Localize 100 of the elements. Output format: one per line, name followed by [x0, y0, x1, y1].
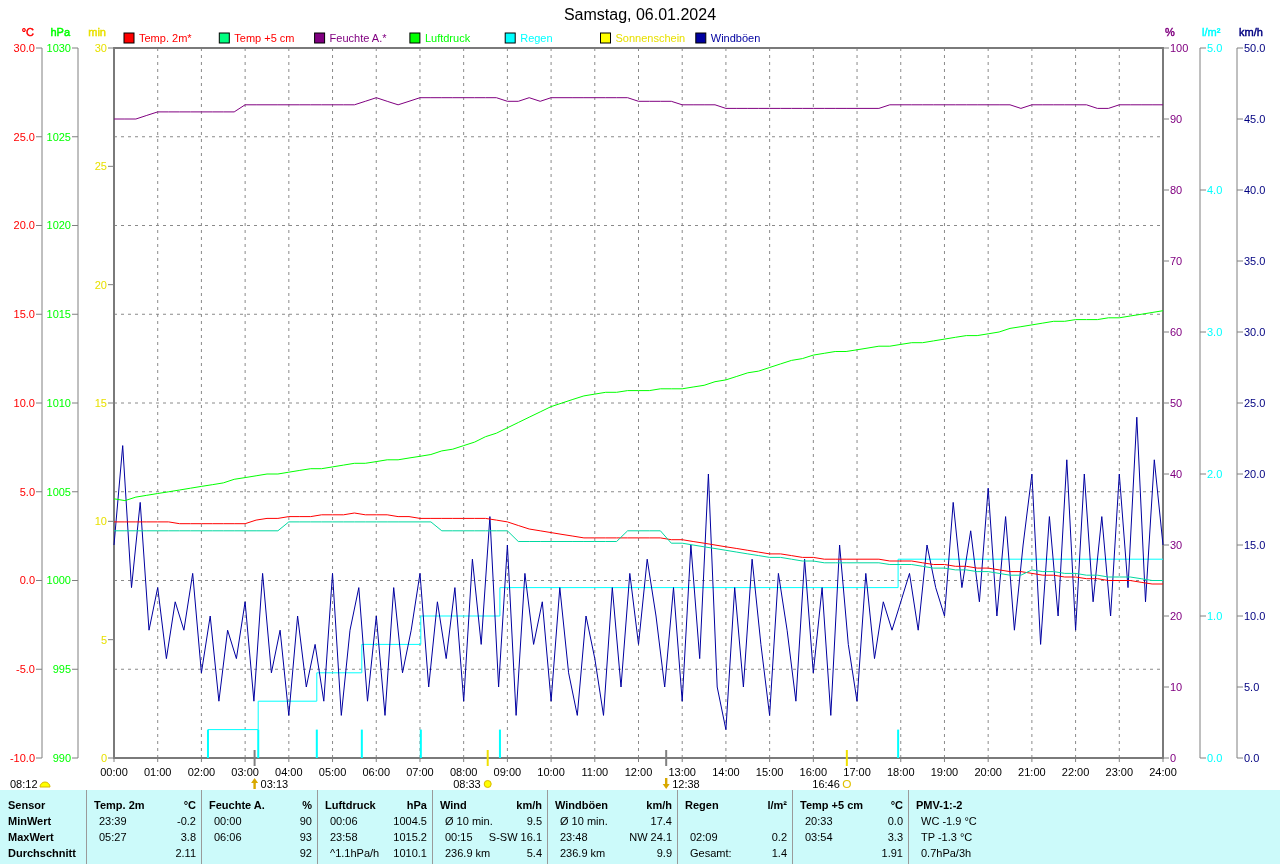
stat-label: ^1.1hPa/h [330, 847, 380, 859]
chart-title: Samstag, 06.01.2024 [563, 6, 717, 23]
axis-tick-label: 0.0 [19, 574, 35, 587]
marker-line [486, 749, 489, 767]
stat-label: 05:27 [99, 831, 127, 843]
stat-value: 17.4 [650, 815, 672, 827]
stat-label: 00:15 [445, 831, 473, 843]
axis-tick-label: 10:00 [537, 766, 565, 778]
stat-label: 236.9 km [560, 847, 606, 859]
stat-value: 9.5 [526, 815, 542, 827]
axis-tick-label: 30.0 [1244, 325, 1266, 338]
axis-tick-label: 20 [1170, 609, 1183, 622]
stat-value: 1.91 [881, 847, 903, 859]
stat-value: 0.2 [771, 831, 787, 843]
axis-tick-label: 20.0 [1244, 467, 1266, 480]
axis-tick-label: 35.0 [1244, 254, 1266, 267]
axis-tick-label: 100 [1170, 41, 1189, 54]
axis-tick-label: 80 [1170, 183, 1183, 196]
unit-label: l/m² [767, 799, 787, 811]
axis-tick-label: 02:00 [187, 766, 216, 778]
column-title: Temp. 2m [94, 799, 145, 811]
axis-tick-label: 1010 [46, 396, 71, 409]
legend-label: Sonnenschein [615, 32, 686, 44]
axis-tick-label: 15:00 [755, 766, 784, 778]
axis-tick-label: 01:00 [143, 766, 172, 778]
unit-label: °C [890, 799, 903, 811]
axis-tick-label: 06:00 [362, 766, 390, 778]
axis-tick-label: 16:00 [799, 766, 828, 778]
stat-label: 20:33 [805, 815, 833, 827]
axis-tick-label: 00:00 [100, 766, 128, 778]
time-label: 03:13 [260, 778, 289, 790]
stat-value: 0.0 [887, 815, 903, 827]
axis-tick-label: 25.0 [13, 130, 35, 143]
axis-tick-label: 08:00 [449, 766, 478, 778]
time-label: 08:33 [453, 778, 481, 790]
axis-tick-label: 5.0 [1244, 680, 1260, 693]
column-title: Feuchte A. [209, 799, 265, 811]
axis-tick-label: 995 [52, 663, 71, 676]
stat-label: 06:06 [214, 831, 242, 843]
axis-tick-label: 25.0 [1244, 396, 1266, 409]
axis-tick-label: 50 [1170, 396, 1183, 409]
axis-tick-label: 1015 [46, 308, 71, 321]
axis-tick-label: 19:00 [930, 766, 959, 778]
axis-tick-label: -10.0 [9, 751, 35, 764]
stat-label: 23:39 [99, 815, 127, 827]
axis-tick-label: 5.0 [1207, 41, 1223, 54]
half-sun-icon [39, 781, 51, 788]
unit-label: °C [183, 799, 196, 811]
stat-label: 02:09 [690, 831, 718, 843]
stat-value: 2.11 [175, 847, 196, 859]
stat-value: 1015.2 [393, 831, 427, 843]
axis-tick-label: 3.0 [1207, 325, 1223, 338]
axis-tick-label: 20 [94, 278, 107, 291]
legend-label: Windböen [710, 32, 761, 44]
axis-unit-label: % [1165, 26, 1175, 38]
sun-icon [483, 780, 492, 788]
time-label: 12:38 [672, 778, 700, 790]
axis-tick-label: 21:00 [1018, 766, 1046, 778]
axis-tick-label: 03:00 [231, 766, 259, 778]
stat-value: -0.2 [177, 815, 196, 827]
stat-value: 5.4 [526, 847, 542, 859]
legend-label: Luftdruck [424, 32, 471, 44]
axis-tick-label: 4.0 [1207, 183, 1223, 196]
axis-tick-label: 1030 [46, 41, 71, 54]
axis-unit-label: hPa [50, 26, 70, 38]
axis-tick-label: 990 [52, 751, 71, 764]
axis-tick-label: 45.0 [1244, 112, 1266, 125]
axis-tick-label: -5.0 [16, 663, 35, 676]
stat-label: WC -1.9 °C [921, 815, 977, 827]
stat-value: 1010.1 [393, 847, 427, 859]
unit-label: hPa [406, 799, 427, 811]
column-title: Wind [440, 799, 467, 811]
axis-tick-label: 2.0 [1207, 467, 1223, 480]
axis-tick-label: 40.0 [1244, 183, 1266, 196]
axis-tick-label: 15.0 [1244, 538, 1266, 551]
axis-tick-label: 05:00 [318, 766, 347, 778]
column-title: PMV-1:-2 [916, 799, 963, 811]
stat-value: 1004.5 [393, 815, 427, 827]
stat-label: Ø 10 min. [560, 815, 608, 827]
down-arrow-icon [662, 778, 670, 789]
axis-tick-label: 22:00 [1061, 766, 1090, 778]
stat-value: S-SW 16.1 [488, 831, 542, 843]
time-label: 16:46 [812, 778, 840, 790]
marker-line [253, 749, 256, 767]
marker-line [665, 749, 668, 767]
axis-tick-label: 0.0 [1244, 751, 1260, 764]
stat-label: 0.7hPa/3h [921, 847, 972, 859]
column-title: Windböen [555, 799, 609, 811]
axis-unit-label: l/m² [1202, 26, 1221, 38]
axis-tick-label: 0 [100, 751, 107, 764]
axis-tick-label: 40 [1170, 467, 1183, 480]
unit-label: % [302, 799, 312, 811]
axis-tick-label: 04:00 [275, 766, 303, 778]
axis-tick-label: 1020 [46, 219, 71, 232]
axis-tick-label: 10.0 [1244, 609, 1266, 622]
stat-label: Ø 10 min. [445, 815, 493, 827]
stat-label: 23:58 [330, 831, 358, 843]
axis-tick-label: 30.0 [13, 41, 35, 54]
stat-label: TP -1.3 °C [921, 831, 973, 843]
axis-tick-label: 20.0 [13, 219, 35, 232]
